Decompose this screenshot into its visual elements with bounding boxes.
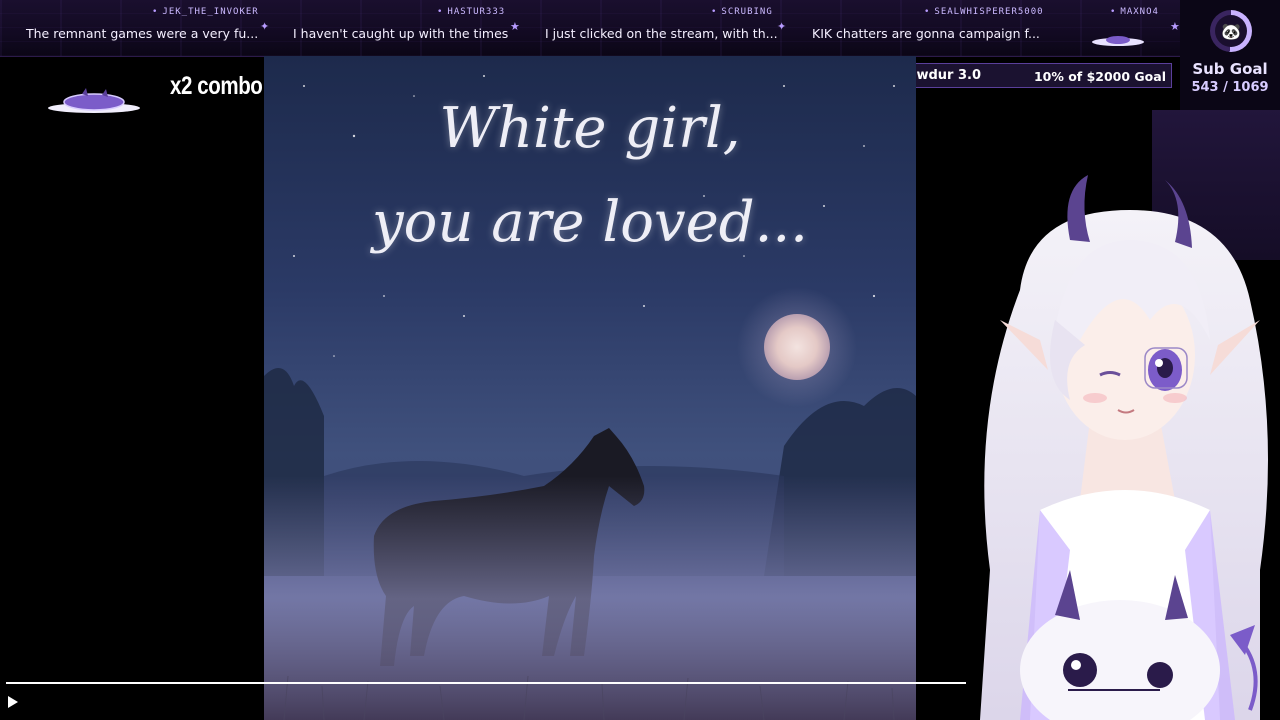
chat-username: • SEALWHISPERER5000	[924, 7, 1044, 17]
vtuber-avatar	[980, 175, 1268, 720]
chat-text: KIK chatters are gonna campaign f...	[812, 26, 1040, 41]
horn-left	[1067, 175, 1090, 242]
star-icon: ★	[510, 20, 520, 33]
chat-message: • SCRUBING I just clicked on the stream, …	[545, 0, 778, 56]
ufo-alert-icon	[48, 88, 140, 113]
chat-message: • HASTUR333 I haven't caught up with the …	[293, 0, 523, 56]
sub-goal-label: Sub Goal	[1192, 60, 1268, 78]
chat-text: The remnant games were a very fu...	[26, 26, 259, 41]
panda-icon: 🐼	[1215, 15, 1247, 47]
separator-icon: ✦	[260, 20, 270, 33]
chat-username: • HASTUR333	[437, 7, 506, 17]
chat-ticker: • JEK_THE_INVOKER The remnant games were …	[0, 0, 1180, 57]
chat-username: • SCRUBING	[711, 7, 773, 17]
chat-message: • JEK_THE_INVOKER The remnant games were …	[26, 0, 259, 56]
sub-goal-ring: 🐼	[1210, 10, 1252, 52]
star-icon: ★	[1170, 20, 1180, 33]
chat-text: I just clicked on the stream, with th...	[545, 26, 778, 41]
video-caption-line2: you are loved...	[372, 190, 808, 255]
video-progress-bar[interactable]	[6, 682, 966, 684]
separator-icon: ✦	[777, 20, 787, 33]
donation-goal-text: 10% of $2000 Goal	[1033, 69, 1166, 84]
donation-goal-bar: ♥ Powdur 3.0 10% of $2000 Goal	[874, 63, 1172, 88]
chat-text: I haven't caught up with the times	[293, 26, 509, 41]
video-caption-line1: White girl,	[439, 96, 741, 161]
chat-message: • SEALWHISPERER5000 KIK chatters are gonn…	[812, 0, 1062, 56]
sub-goal-count: 543 / 1069	[1191, 80, 1269, 95]
chat-username: • MAXNO4	[1110, 7, 1159, 17]
moon	[764, 314, 830, 380]
video-frame[interactable]: White girl, you are loved...	[264, 56, 916, 720]
combo-alert-text: x2 combo!	[170, 72, 269, 100]
chat-username: • JEK_THE_INVOKER	[152, 7, 259, 17]
sub-goal-widget: 🐼 Sub Goal 543 / 1069	[1180, 0, 1280, 110]
ufo-logo-icon	[1092, 36, 1144, 46]
play-icon[interactable]	[8, 696, 18, 708]
